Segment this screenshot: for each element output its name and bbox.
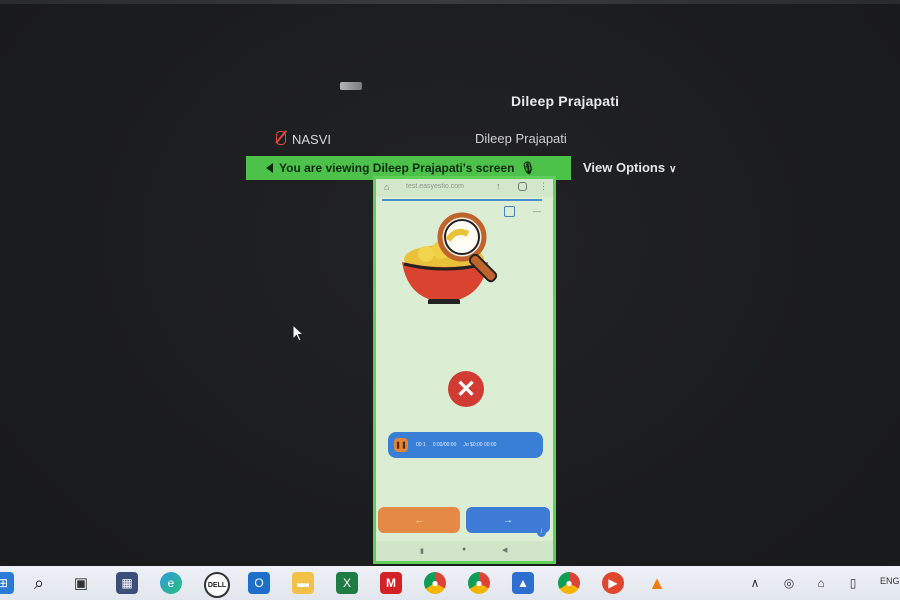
start-icon[interactable]: ⊞ — [0, 572, 14, 594]
audio-segment-1: 00:1 — [416, 442, 426, 448]
taskbar: ⊞ ⌕ ▣ ▦ e DELL O ▬ X M ● ● ▲ ● ▶ ▲ ∧ ◎ ⌂… — [0, 566, 900, 600]
outlook-icon[interactable]: O — [248, 572, 270, 594]
chrome-icon-2[interactable]: ● — [558, 572, 580, 594]
media-player-icon[interactable]: ▶ — [602, 572, 624, 594]
audio-player[interactable]: ❚❚ 00:1 0:00/00:00 Jo $0:00 00:00 — [388, 432, 543, 458]
mcafee-icon[interactable]: M — [380, 572, 402, 594]
previous-button[interactable]: ← — [378, 507, 460, 533]
browser-address-bar: ⌂ test.easyestio.com ↑ ⋮ — [376, 179, 553, 197]
chrome-profile-icon[interactable]: ● — [468, 572, 490, 594]
mic-off-icon: 🎙 — [520, 161, 536, 175]
bowl-magnifier-illustration — [402, 212, 498, 304]
pause-icon[interactable]: ❚❚ — [394, 438, 408, 452]
dell-icon[interactable]: DELL — [204, 572, 230, 598]
headset-icon[interactable]: ⌂ — [810, 572, 832, 594]
language-indicator[interactable]: ENG — [880, 576, 900, 586]
phone-nav-bar: ▮ ● ◀ — [376, 541, 553, 561]
mic-muted-icon — [276, 131, 286, 145]
audio-segment-2: 0:00/00:00 — [432, 442, 457, 448]
view-options-button[interactable]: View Options ∨ — [583, 160, 676, 175]
participant-name-left: NASVI — [292, 132, 332, 147]
info-icon[interactable]: i — [537, 528, 546, 537]
page-progress — [382, 199, 542, 201]
photos-icon[interactable]: ▲ — [512, 572, 534, 594]
participant-name-right[interactable]: Dileep Prajapati — [475, 131, 567, 146]
calculator-icon[interactable]: ▦ — [116, 572, 138, 594]
file-explorer-icon[interactable]: ▬ — [292, 572, 314, 594]
participant-strip: NASVI Dileep Prajapati — [270, 128, 690, 152]
audio-segment-3: Jo $0:00 00:00 — [463, 442, 497, 448]
excel-icon[interactable]: X — [336, 572, 358, 594]
viewing-banner-text: You are viewing Dileep Prajapati's scree… — [279, 161, 515, 175]
shared-screen: ⌂ test.easyestio.com ↑ ⋮ — ✕ ❚❚ 00:1 0:0… — [373, 176, 556, 564]
view-options-label: View Options — [583, 160, 666, 175]
phone-browser: ⌂ test.easyestio.com ↑ ⋮ — ✕ ❚❚ 00:1 0:0… — [376, 179, 553, 561]
host-name: Dileep Prajapati — [511, 93, 620, 109]
chevron-down-icon: ∨ — [669, 164, 677, 175]
mouse-cursor-icon — [292, 324, 304, 342]
vlc-icon[interactable]: ▲ — [646, 572, 668, 594]
search-icon[interactable]: ⌕ — [28, 572, 50, 594]
url-text[interactable]: test.easyestio.com — [406, 183, 464, 190]
speaker-icon — [266, 163, 273, 173]
close-icon[interactable]: ✕ — [448, 371, 484, 407]
camera-off-icon — [340, 82, 362, 90]
participant-tile-left[interactable]: NASVI — [276, 131, 331, 147]
home-button-icon[interactable]: ● — [462, 546, 466, 553]
home-icon[interactable]: ⌂ — [384, 182, 389, 192]
network-icon[interactable]: ◎ — [778, 572, 800, 594]
tabs-icon[interactable] — [518, 182, 527, 191]
task-view-icon[interactable]: ▣ — [70, 572, 92, 594]
recents-icon[interactable]: ▮ — [420, 547, 424, 555]
screen-glare — [0, 0, 900, 4]
more-icon[interactable]: ⋮ — [539, 181, 548, 192]
share-icon[interactable]: ↑ — [496, 181, 501, 191]
back-icon[interactable]: ◀ — [502, 546, 507, 554]
chevron-up-icon[interactable]: ∧ — [744, 572, 766, 594]
desktop: Dileep Prajapati NASVI Dileep Prajapati … — [0, 0, 900, 600]
chrome-icon[interactable]: ● — [424, 572, 446, 594]
microphone-icon[interactable]: ▯ — [842, 572, 864, 594]
edge-icon[interactable]: e — [160, 572, 182, 594]
